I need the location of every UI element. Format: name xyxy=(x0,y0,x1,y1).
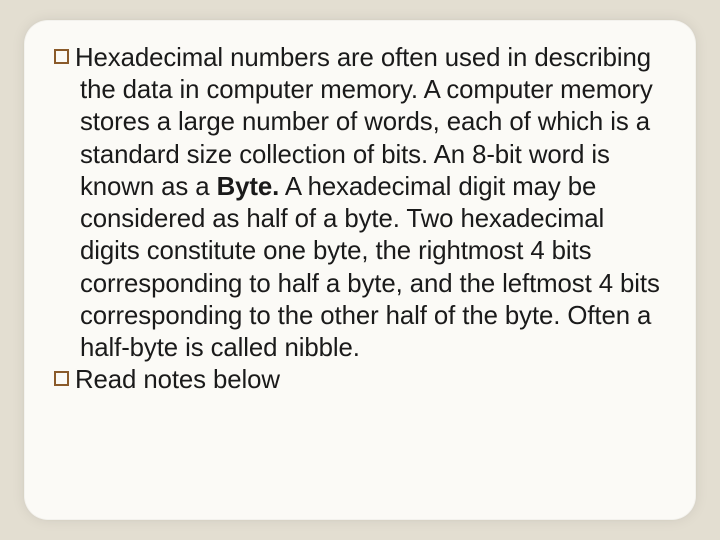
slide-content: Hexadecimal numbers are often used in de… xyxy=(54,42,666,397)
square-bullet-icon xyxy=(54,371,69,386)
bullet-text-suffix: A hexadecimal digit may be considered as… xyxy=(80,173,660,362)
bullet-item-2: Read notes below xyxy=(54,364,666,396)
bullet-item-1: Hexadecimal numbers are often used in de… xyxy=(54,42,666,364)
slide-panel: Hexadecimal numbers are often used in de… xyxy=(24,20,696,520)
bullet-text-bold: Byte. xyxy=(217,173,280,201)
square-bullet-icon xyxy=(54,49,69,64)
bullet-text-prefix: Read notes below xyxy=(75,366,280,394)
